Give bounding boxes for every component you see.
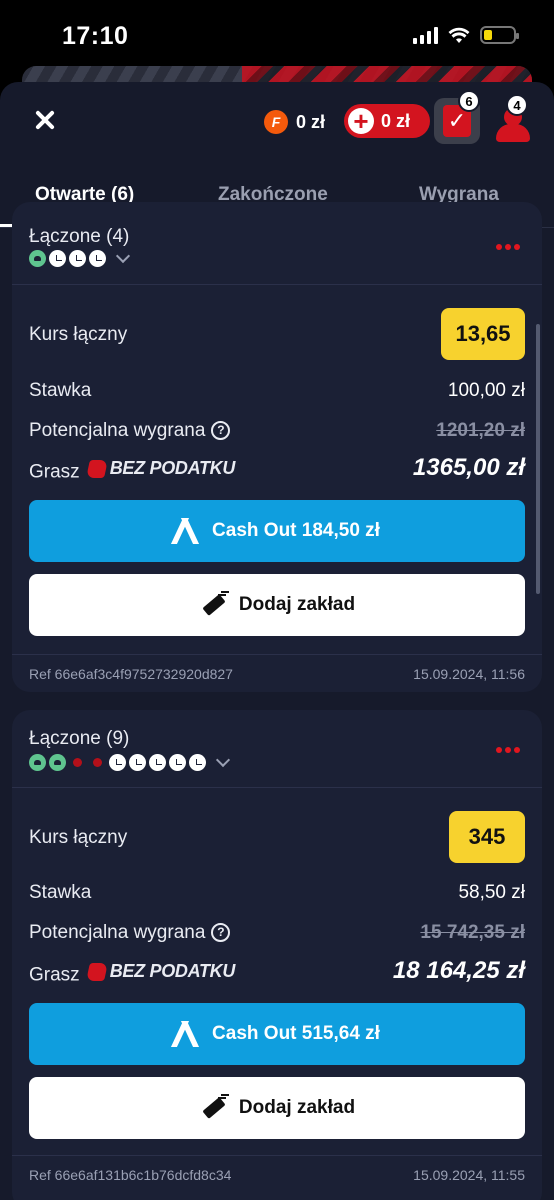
bet-date: 15.09.2024, 11:56 <box>413 666 525 682</box>
my-bets-sheet: F 0 zł + 0 zł ✓ 6 4 Otwarte (6) Zakończo… <box>0 82 554 1200</box>
bet-card: Łączone (4) Kurs łączny 13,65 Stawka 100… <box>12 202 542 692</box>
deposit-balance: 0 zł <box>381 110 411 131</box>
potential-win-old: 1201,20 zł <box>436 420 525 441</box>
battery-fill <box>484 30 492 40</box>
plus-icon: + <box>348 108 374 134</box>
total-odds-value: 345 <box>449 811 525 863</box>
close-icon[interactable] <box>30 106 60 136</box>
bet-date: 15.09.2024, 11:55 <box>413 1167 525 1183</box>
tax-free-brand: BEZ PODATKU <box>85 961 236 982</box>
betslip-count-badge: 6 <box>458 90 480 112</box>
leg-pending-icon <box>49 250 66 267</box>
leg-pending-icon <box>109 754 126 771</box>
leg-lost-icon <box>89 754 106 771</box>
bet-footer: Ref 66e6af131b6c1b76dcfd8c34 15.09.2024,… <box>12 1155 542 1193</box>
add-bet-label: Dodaj zakład <box>238 594 356 615</box>
bet-card-header[interactable]: Łączone (4) <box>12 202 542 285</box>
tax-free-logo-icon <box>85 459 108 478</box>
profile-button[interactable]: 4 <box>492 94 532 144</box>
cashout-icon <box>174 1021 198 1047</box>
add-bet-label: Dodaj zakład <box>238 1097 356 1118</box>
sheet-header: F 0 zł + 0 zł ✓ 6 4 <box>0 82 554 162</box>
bet-footer: Ref 66e6af3c4f9752732920d827 15.09.2024,… <box>12 654 542 692</box>
more-options-icon[interactable] <box>496 244 520 250</box>
cellular-signal-icon <box>413 26 438 44</box>
total-odds-label: Kurs łączny <box>29 324 128 345</box>
leg-pending-icon <box>189 754 206 771</box>
cashout-icon <box>174 518 198 544</box>
pencil-icon <box>199 594 226 616</box>
stake-label: Stawka <box>29 882 92 903</box>
status-bar: 17:10 <box>0 0 554 64</box>
potential-win-label: Potencjalna wygrana? <box>29 922 231 944</box>
bet-legs-status <box>29 248 131 267</box>
battery-icon <box>480 26 519 44</box>
leg-won-icon <box>29 250 46 267</box>
chevron-down-icon[interactable] <box>115 248 131 264</box>
status-icons <box>413 26 519 44</box>
bet-title: Łączone (9) <box>29 728 130 749</box>
leg-pending-icon <box>149 754 166 771</box>
potential-win-value: 1365,00 zł <box>412 454 525 481</box>
tax-free-brand: BEZ PODATKU <box>85 458 236 479</box>
leg-pending-icon <box>89 250 106 267</box>
betslip-button[interactable]: ✓ 6 <box>434 90 480 144</box>
bet-card-header[interactable]: Łączone (9) <box>12 710 542 788</box>
help-icon[interactable]: ? <box>211 922 231 942</box>
bet-title: Łączone (4) <box>29 226 130 247</box>
bet-ref: Ref 66e6af131b6c1b76dcfd8c34 <box>29 1167 232 1183</box>
freebet-amount: 0 zł <box>296 111 326 132</box>
cashout-label: Cash Out 184,50 zł <box>212 520 380 541</box>
scrollbar[interactable] <box>536 324 540 594</box>
help-icon[interactable]: ? <box>211 420 231 440</box>
tax-free-brand-text: BEZ PODATKU <box>109 458 236 478</box>
add-bet-button[interactable]: Dodaj zakład <box>29 574 525 636</box>
user-icon-body <box>496 124 530 142</box>
tax-free-brand-text: BEZ PODATKU <box>109 961 236 981</box>
total-odds-value: 13,65 <box>441 308 525 360</box>
freebet-icon: F <box>264 110 288 134</box>
tax-free-logo-icon <box>85 962 108 981</box>
profile-count-badge: 4 <box>506 94 528 116</box>
potential-win-text: Potencjalna wygrana <box>29 922 206 943</box>
status-time: 17:10 <box>62 22 129 50</box>
potential-win-label: Potencjalna wygrana? <box>29 420 231 442</box>
bet-ref: Ref 66e6af3c4f9752732920d827 <box>29 666 233 682</box>
stake-label: Stawka <box>29 380 92 401</box>
add-bet-button[interactable]: Dodaj zakład <box>29 1077 525 1139</box>
more-options-icon[interactable] <box>496 747 520 753</box>
leg-lost-icon <box>69 754 86 771</box>
wifi-icon <box>448 27 470 43</box>
stake-value: 58,50 zł <box>458 882 525 903</box>
cashout-button[interactable]: Cash Out 184,50 zł <box>29 500 525 562</box>
leg-pending-icon <box>69 250 86 267</box>
total-odds-label: Kurs łączny <box>29 827 128 848</box>
stake-value: 100,00 zł <box>447 380 525 401</box>
bet-legs-status <box>29 752 231 771</box>
potential-win-old: 15 742,35 zł <box>420 922 525 943</box>
potential-win-value: 18 164,25 zł <box>392 957 525 984</box>
potential-win-text: Potencjalna wygrana <box>29 420 206 441</box>
leg-won-icon <box>49 754 66 771</box>
leg-pending-icon <box>129 754 146 771</box>
tax-free-prefix: Grasz <box>29 964 80 986</box>
chevron-down-icon[interactable] <box>215 752 231 768</box>
deposit-button[interactable]: + 0 zł <box>344 104 430 138</box>
tax-free-label: Grasz BEZ PODATKU <box>29 961 235 987</box>
tax-free-label: Grasz BEZ PODATKU <box>29 458 235 484</box>
leg-pending-icon <box>169 754 186 771</box>
leg-won-icon <box>29 754 46 771</box>
cashout-label: Cash Out 515,64 zł <box>212 1023 380 1044</box>
freebet-balance[interactable]: F 0 zł <box>264 110 325 134</box>
tax-free-prefix: Grasz <box>29 461 80 483</box>
cashout-button[interactable]: Cash Out 515,64 zł <box>29 1003 525 1065</box>
bet-card: Łączone (9) Kurs łączny 345 Stawka 58,50… <box>12 710 542 1200</box>
pencil-icon <box>199 1097 226 1119</box>
